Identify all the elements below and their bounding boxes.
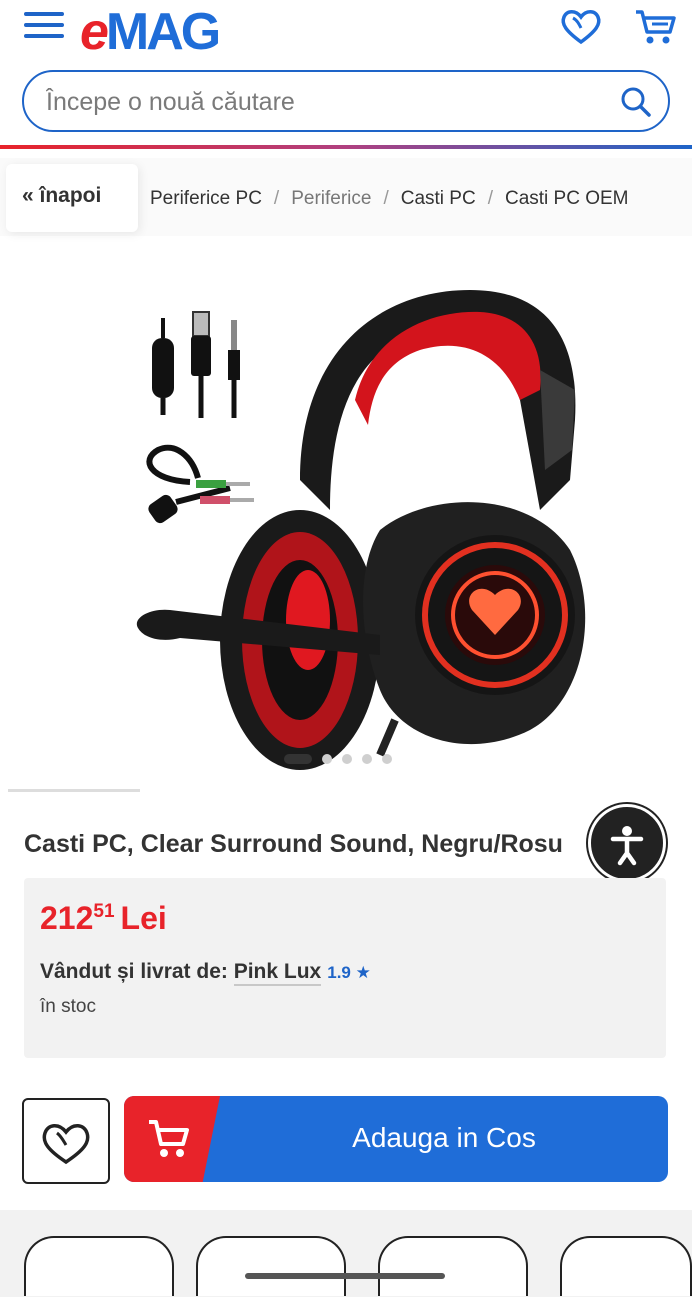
offer-panel: 21251 Lei Vândut și livrat de: Pink Lux 1.… — [24, 878, 666, 1058]
related-product-card[interactable] — [378, 1236, 528, 1296]
breadcrumb: Periferice PC / Periferice / Casti PC / Casti … — [150, 188, 629, 209]
gallery-pagination — [284, 750, 402, 764]
breadcrumb-bar: « înapoi Periferice PC / Periferice / Casti … — [0, 158, 692, 236]
product-title: Casti PC, Clear Surround Sound, Negru/Ro… — [24, 830, 563, 858]
seller-rating: 1.9 ★ — [327, 963, 371, 982]
add-to-cart-label: Adauga in Cos — [352, 1122, 536, 1153]
headset-image — [136, 290, 586, 770]
stock-status: în stoc — [40, 996, 96, 1017]
breadcrumb-item[interactable]: Periferice PC — [150, 188, 262, 209]
heart-icon — [42, 1124, 90, 1165]
related-product-card[interactable] — [196, 1236, 346, 1296]
add-to-favorites-button[interactable] — [22, 1098, 110, 1184]
related-product-card[interactable] — [560, 1236, 692, 1296]
search-input[interactable] — [46, 82, 606, 122]
related-product-card[interactable] — [24, 1236, 174, 1296]
add-to-cart-button[interactable]: Adauga in Cos — [124, 1096, 668, 1182]
star-icon: ★ — [355, 963, 371, 982]
search-icon[interactable] — [620, 86, 652, 118]
gallery-dot[interactable] — [322, 753, 332, 764]
home-indicator[interactable] — [245, 1273, 445, 1279]
search-bar[interactable] — [22, 70, 670, 132]
menu-icon[interactable] — [24, 12, 64, 40]
app-header: eMAG — [0, 0, 692, 150]
accessibility-icon — [610, 826, 644, 866]
breadcrumb-item[interactable]: Casti PC OEM — [505, 188, 629, 209]
gallery-dot[interactable] — [284, 753, 312, 764]
breadcrumb-item[interactable]: Periferice — [291, 188, 371, 209]
gallery-dot[interactable] — [382, 753, 392, 764]
gallery-dot[interactable] — [362, 753, 372, 764]
back-button[interactable]: « înapoi — [6, 164, 138, 232]
gallery-dot[interactable] — [342, 753, 352, 764]
seller-link[interactable]: Pink Lux — [233, 960, 322, 986]
emag-logo[interactable]: eMAG — [80, 2, 221, 62]
action-bar: Adauga in Cos — [0, 1076, 692, 1204]
product-image[interactable] — [0, 250, 692, 770]
product-price: 21251 Lei — [40, 900, 167, 936]
accessibility-button[interactable] — [588, 804, 666, 882]
cart-icon — [149, 1120, 189, 1157]
seller-info: Vândut și livrat de: Pink Lux 1.9 ★ — [40, 960, 371, 986]
cart-icon[interactable] — [632, 6, 678, 46]
heart-icon[interactable] — [558, 6, 604, 46]
breadcrumb-item[interactable]: Casti PC — [401, 188, 476, 209]
header-divider — [0, 145, 692, 149]
divider — [8, 789, 140, 792]
cable-accessories — [146, 311, 254, 524]
